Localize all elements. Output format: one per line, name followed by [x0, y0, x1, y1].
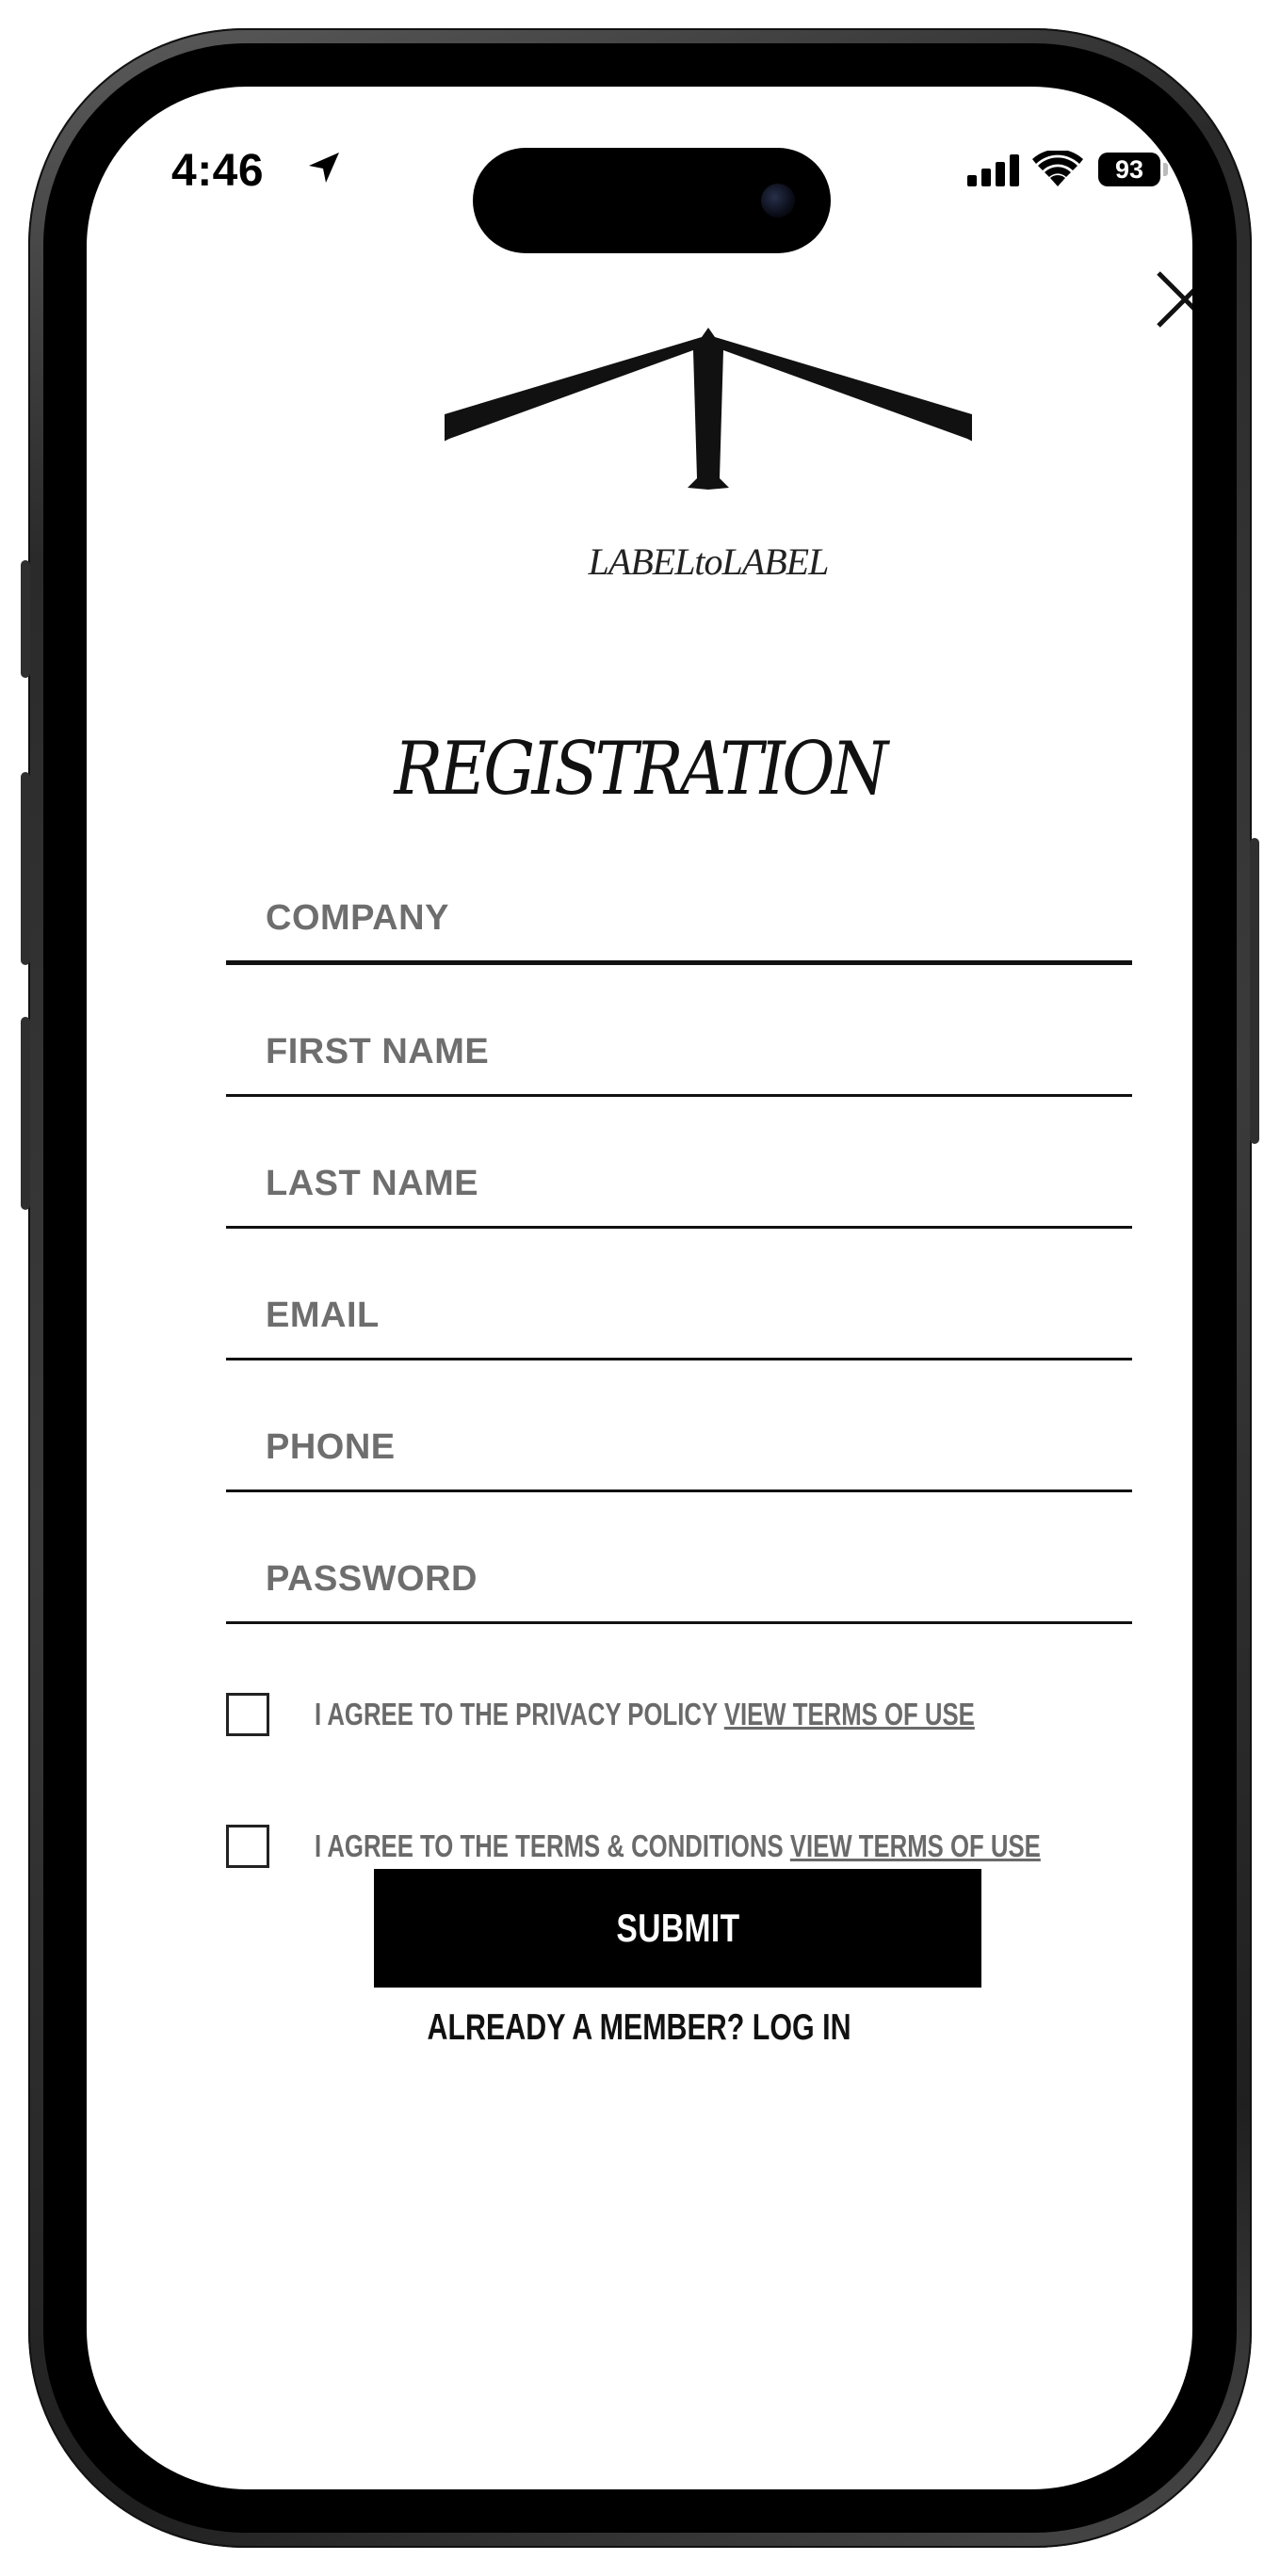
- camera-icon: [761, 184, 795, 217]
- status-time: 4:46: [171, 146, 265, 196]
- phone-field[interactable]: [226, 1386, 1132, 1492]
- battery-icon: 93: [1098, 153, 1160, 186]
- last-name-field[interactable]: [226, 1122, 1132, 1229]
- page-title: REGISTRATION: [394, 727, 888, 812]
- cellular-signal-icon: [967, 154, 1019, 186]
- screen: 4:46 93 LABELtoLABEL REGISTRATION COMPAN…: [87, 87, 1192, 2489]
- privacy-agreement-row: I AGREE TO THE PRIVACY POLICY VIEW TERMS…: [226, 1687, 1168, 1744]
- power-button: [1250, 838, 1259, 1144]
- email-field[interactable]: [226, 1254, 1132, 1360]
- first-name-input[interactable]: [226, 990, 1132, 1094]
- privacy-label-wrap: I AGREE TO THE PRIVACY POLICY VIEW TERMS…: [315, 1697, 975, 1732]
- terms-link[interactable]: VIEW TERMS OF USE: [790, 1828, 1041, 1863]
- action-button: [21, 560, 30, 678]
- last-name-input[interactable]: [226, 1122, 1132, 1226]
- password-field[interactable]: [226, 1518, 1132, 1624]
- company-input[interactable]: [226, 857, 1132, 960]
- company-field[interactable]: [226, 857, 1132, 965]
- email-input[interactable]: [226, 1254, 1132, 1358]
- brand-logo: LABELtoLABEL: [442, 328, 975, 610]
- battery-cap: [1163, 163, 1168, 176]
- logo-wordmark: LABELtoLABEL: [588, 540, 830, 583]
- phone-frame: 4:46 93 LABELtoLABEL REGISTRATION COMPAN…: [21, 28, 1259, 2548]
- submit-label: SUBMIT: [615, 1906, 740, 1950]
- phone-input[interactable]: [226, 1386, 1132, 1489]
- dynamic-island: [473, 148, 831, 253]
- login-link-text: ALREADY A MEMBER? LOG IN: [427, 2007, 852, 2048]
- terms-label-wrap: I AGREE TO THE TERMS & CONDITIONS VIEW T…: [315, 1828, 1041, 1864]
- status-bar: 4:46 93: [87, 87, 1192, 253]
- privacy-checkbox[interactable]: [226, 1693, 269, 1736]
- logo-mark: [442, 328, 975, 490]
- first-name-field[interactable]: [226, 990, 1132, 1097]
- terms-label: I AGREE TO THE TERMS & CONDITIONS: [315, 1828, 790, 1863]
- volume-down-button: [21, 1017, 30, 1210]
- password-input[interactable]: [226, 1518, 1132, 1621]
- privacy-terms-link[interactable]: VIEW TERMS OF USE: [724, 1697, 975, 1731]
- volume-up-button: [21, 772, 30, 965]
- close-icon[interactable]: [1151, 266, 1192, 333]
- privacy-label: I AGREE TO THE PRIVACY POLICY: [315, 1697, 724, 1731]
- terms-agreement-row: I AGREE TO THE TERMS & CONDITIONS VIEW T…: [226, 1819, 1168, 1876]
- terms-checkbox[interactable]: [226, 1825, 269, 1868]
- wifi-icon: [1032, 151, 1083, 186]
- submit-button[interactable]: SUBMIT: [374, 1869, 981, 1988]
- location-arrow-icon: [309, 153, 339, 183]
- login-link[interactable]: ALREADY A MEMBER? LOG IN: [87, 2007, 1192, 2049]
